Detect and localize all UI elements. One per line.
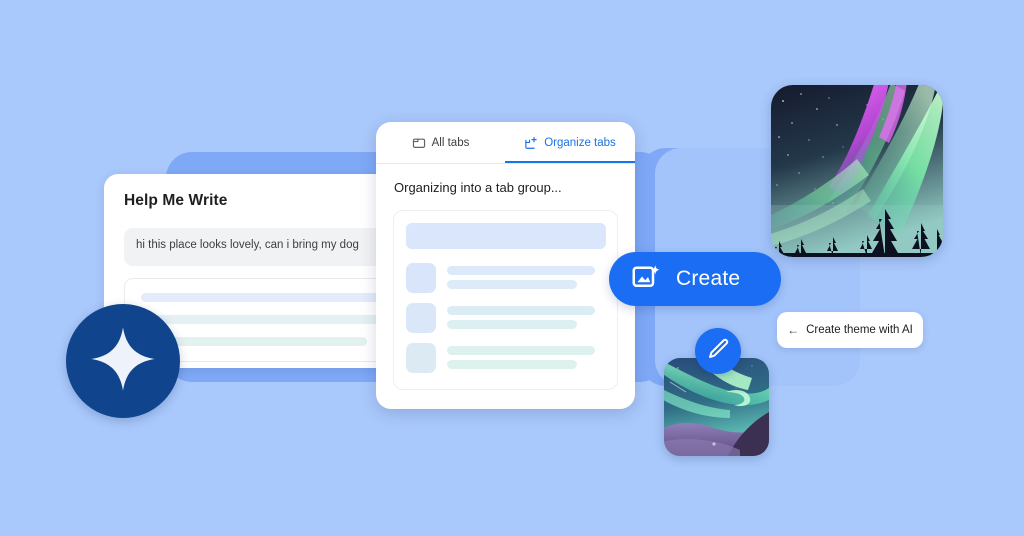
row-text-placeholder (447, 303, 595, 333)
pencil-icon (706, 337, 730, 366)
organize-status-text: Organizing into a tab group... (394, 180, 562, 195)
organize-tabs-card: All tabs Organize tabs Organizing into a… (376, 122, 635, 409)
tab-group-header-placeholder (406, 223, 606, 249)
tab-group-panel (393, 210, 618, 390)
row-text-placeholder (447, 263, 595, 293)
table-row[interactable] (406, 343, 595, 373)
create-button[interactable]: Create (609, 252, 781, 306)
active-tab-indicator (505, 160, 635, 163)
organize-tabs-icon (524, 136, 538, 150)
table-row[interactable] (406, 303, 595, 333)
prompt-value: hi this place looks lovely, can i bring … (136, 239, 359, 251)
placeholder-line (141, 293, 390, 302)
back-arrow-icon: ← (787, 323, 800, 337)
tab-organize-tabs-label: Organize tabs (544, 137, 616, 149)
sparkle-icon (87, 323, 159, 400)
favicon-placeholder (406, 263, 436, 293)
aurora-large-artwork (771, 85, 943, 257)
tab-organize-tabs[interactable]: Organize tabs (505, 122, 635, 164)
tab-bar: All tabs Organize tabs (376, 122, 635, 164)
aurora-large-thumbnail[interactable] (771, 85, 943, 257)
edit-pencil-badge[interactable] (695, 328, 741, 374)
create-theme-with-ai-label: Create theme with AI (806, 324, 913, 336)
illustration-canvas: Help Me Write hi this place looks lovely… (0, 0, 1024, 536)
page-title: Help Me Write (124, 192, 228, 209)
create-button-label: Create (676, 267, 741, 290)
tab-all-tabs[interactable]: All tabs (376, 122, 505, 164)
favicon-placeholder (406, 303, 436, 333)
table-row[interactable] (406, 263, 595, 293)
row-text-placeholder (447, 343, 595, 373)
image-sparkle-icon (631, 262, 661, 297)
favicon-placeholder (406, 343, 436, 373)
help-me-write-prompt-input[interactable]: hi this place looks lovely, can i bring … (124, 228, 390, 266)
gemini-sparkle-badge (66, 304, 180, 418)
browser-tab-icon (412, 136, 426, 150)
create-theme-with-ai-chip[interactable]: ← Create theme with AI (777, 312, 923, 348)
placeholder-line (141, 315, 390, 324)
tab-all-tabs-label: All tabs (431, 137, 470, 149)
